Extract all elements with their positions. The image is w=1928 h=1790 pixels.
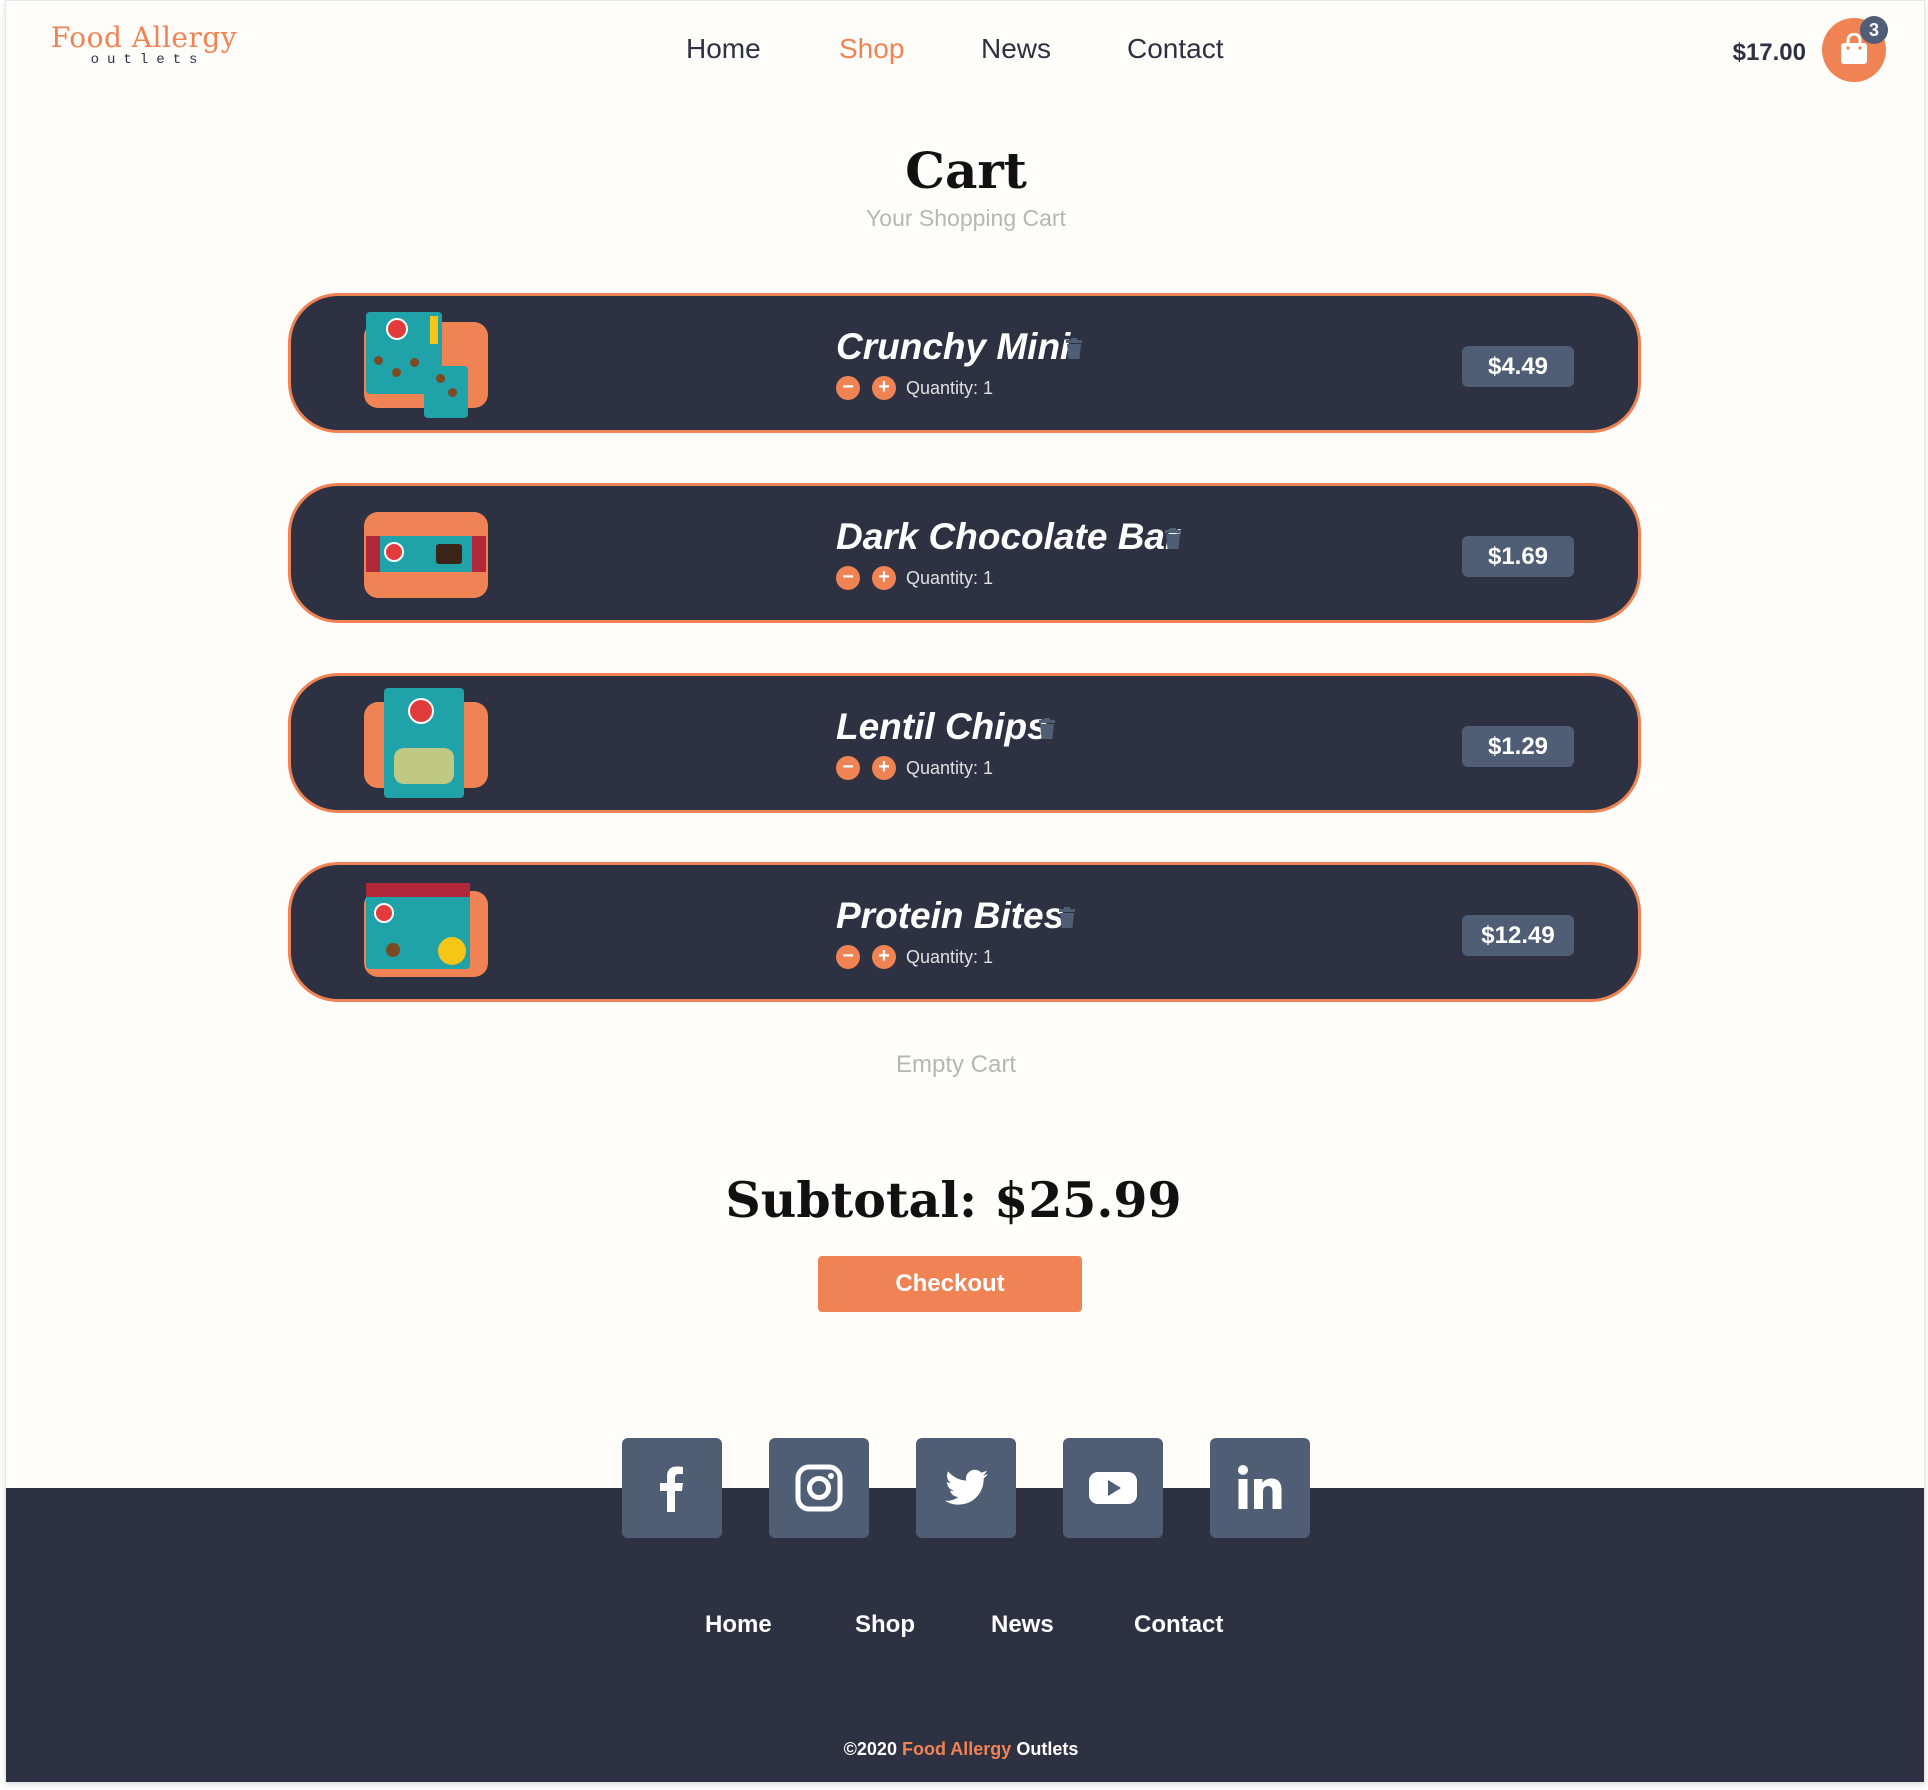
item-price: $1.69 — [1462, 536, 1574, 577]
increase-quantity-button[interactable]: + — [872, 566, 896, 590]
item-price: $4.49 — [1462, 346, 1574, 387]
footer-link-contact[interactable]: Contact — [1134, 1611, 1223, 1639]
page-title: Cart — [905, 141, 1027, 200]
quantity-label: Quantity: 1 — [906, 758, 994, 778]
trash-icon[interactable] — [1064, 338, 1084, 360]
increase-quantity-button[interactable]: + — [872, 376, 896, 400]
header-cart-total: $17.00 — [1732, 39, 1806, 66]
copyright-suffix: Outlets — [1016, 1739, 1079, 1759]
page: Food Allergy outlets Home Shop News Cont… — [5, 0, 1925, 1783]
brand-logo-icon — [384, 542, 404, 562]
item-name: Crunchy Mini — [836, 326, 1071, 367]
youtube-link[interactable] — [1063, 1438, 1163, 1538]
footer-link-home[interactable]: Home — [705, 1611, 772, 1639]
trash-icon[interactable] — [1037, 718, 1057, 740]
decrease-quantity-button[interactable]: − — [836, 945, 860, 969]
checkout-button[interactable]: Checkout — [818, 1256, 1082, 1312]
item-name: Lentil Chips — [836, 706, 1048, 747]
facebook-icon — [660, 1466, 683, 1512]
copyright-icon: © — [843, 1739, 857, 1759]
product-package — [366, 883, 470, 969]
decrease-quantity-button[interactable]: − — [836, 566, 860, 590]
instagram-icon — [795, 1464, 843, 1512]
item-name: Dark Chocolate Bar — [836, 516, 1180, 557]
copyright: ©2020 Food Allergy Outlets — [6, 1739, 1916, 1760]
subtotal: Subtotal: $25.99 — [725, 1171, 1182, 1229]
facebook-link[interactable] — [622, 1438, 722, 1538]
product-image — [364, 883, 488, 977]
cart-count-badge: 3 — [1860, 16, 1888, 44]
increase-quantity-button[interactable]: + — [872, 945, 896, 969]
footer-link-shop[interactable]: Shop — [855, 1611, 915, 1639]
product-package-small — [424, 366, 468, 418]
product-image — [364, 312, 488, 418]
twitter-link[interactable] — [916, 1438, 1016, 1538]
trash-icon[interactable] — [1163, 528, 1183, 550]
decrease-quantity-button[interactable]: − — [836, 756, 860, 780]
trash-icon[interactable] — [1057, 907, 1077, 929]
cart-item: Protein Bites − + Quantity: 1 $12.49 — [288, 862, 1641, 1002]
product-image — [364, 688, 488, 798]
nav-news[interactable]: News — [981, 33, 1051, 65]
brand-logo-icon — [408, 698, 434, 724]
nav-home[interactable]: Home — [686, 33, 761, 65]
product-image — [364, 512, 488, 598]
copyright-brand: Food Allergy — [901, 1739, 1012, 1759]
brand-logo-icon — [386, 318, 408, 340]
product-package — [366, 536, 486, 572]
youtube-icon — [1089, 1472, 1137, 1504]
twitter-icon — [945, 1469, 988, 1505]
increase-quantity-button[interactable]: + — [872, 756, 896, 780]
product-package — [384, 688, 464, 798]
quantity-label: Quantity: 1 — [906, 947, 994, 967]
linkedin-icon — [1238, 1465, 1282, 1509]
quantity-label: Quantity: 1 — [906, 568, 994, 588]
item-price: $1.29 — [1462, 726, 1574, 767]
cart-item: Dark Chocolate Bar − + Quantity: 1 $1.69 — [288, 483, 1641, 623]
nav-shop[interactable]: Shop — [839, 33, 904, 65]
footer-link-news[interactable]: News — [991, 1611, 1054, 1639]
cart-button[interactable]: 3 — [1822, 16, 1888, 82]
page-subtitle: Your Shopping Cart — [866, 205, 1066, 231]
main-nav: Home Shop News Contact — [6, 33, 1924, 73]
brand-logo-icon — [374, 903, 394, 923]
item-name: Protein Bites — [836, 895, 1065, 936]
cart-item: Lentil Chips − + Quantity: 1 $1.29 — [288, 673, 1641, 813]
linkedin-link[interactable] — [1210, 1438, 1310, 1538]
item-price: $12.49 — [1462, 915, 1574, 956]
instagram-link[interactable] — [769, 1438, 869, 1538]
cart-item: Crunchy Mini − + Quantity: 1 $4.49 — [288, 293, 1641, 433]
quantity-label: Quantity: 1 — [906, 378, 994, 398]
decrease-quantity-button[interactable]: − — [836, 376, 860, 400]
copyright-year: 2020 — [856, 1739, 897, 1759]
empty-cart-link[interactable]: Empty Cart — [6, 1051, 1906, 1079]
nav-contact[interactable]: Contact — [1127, 33, 1224, 65]
